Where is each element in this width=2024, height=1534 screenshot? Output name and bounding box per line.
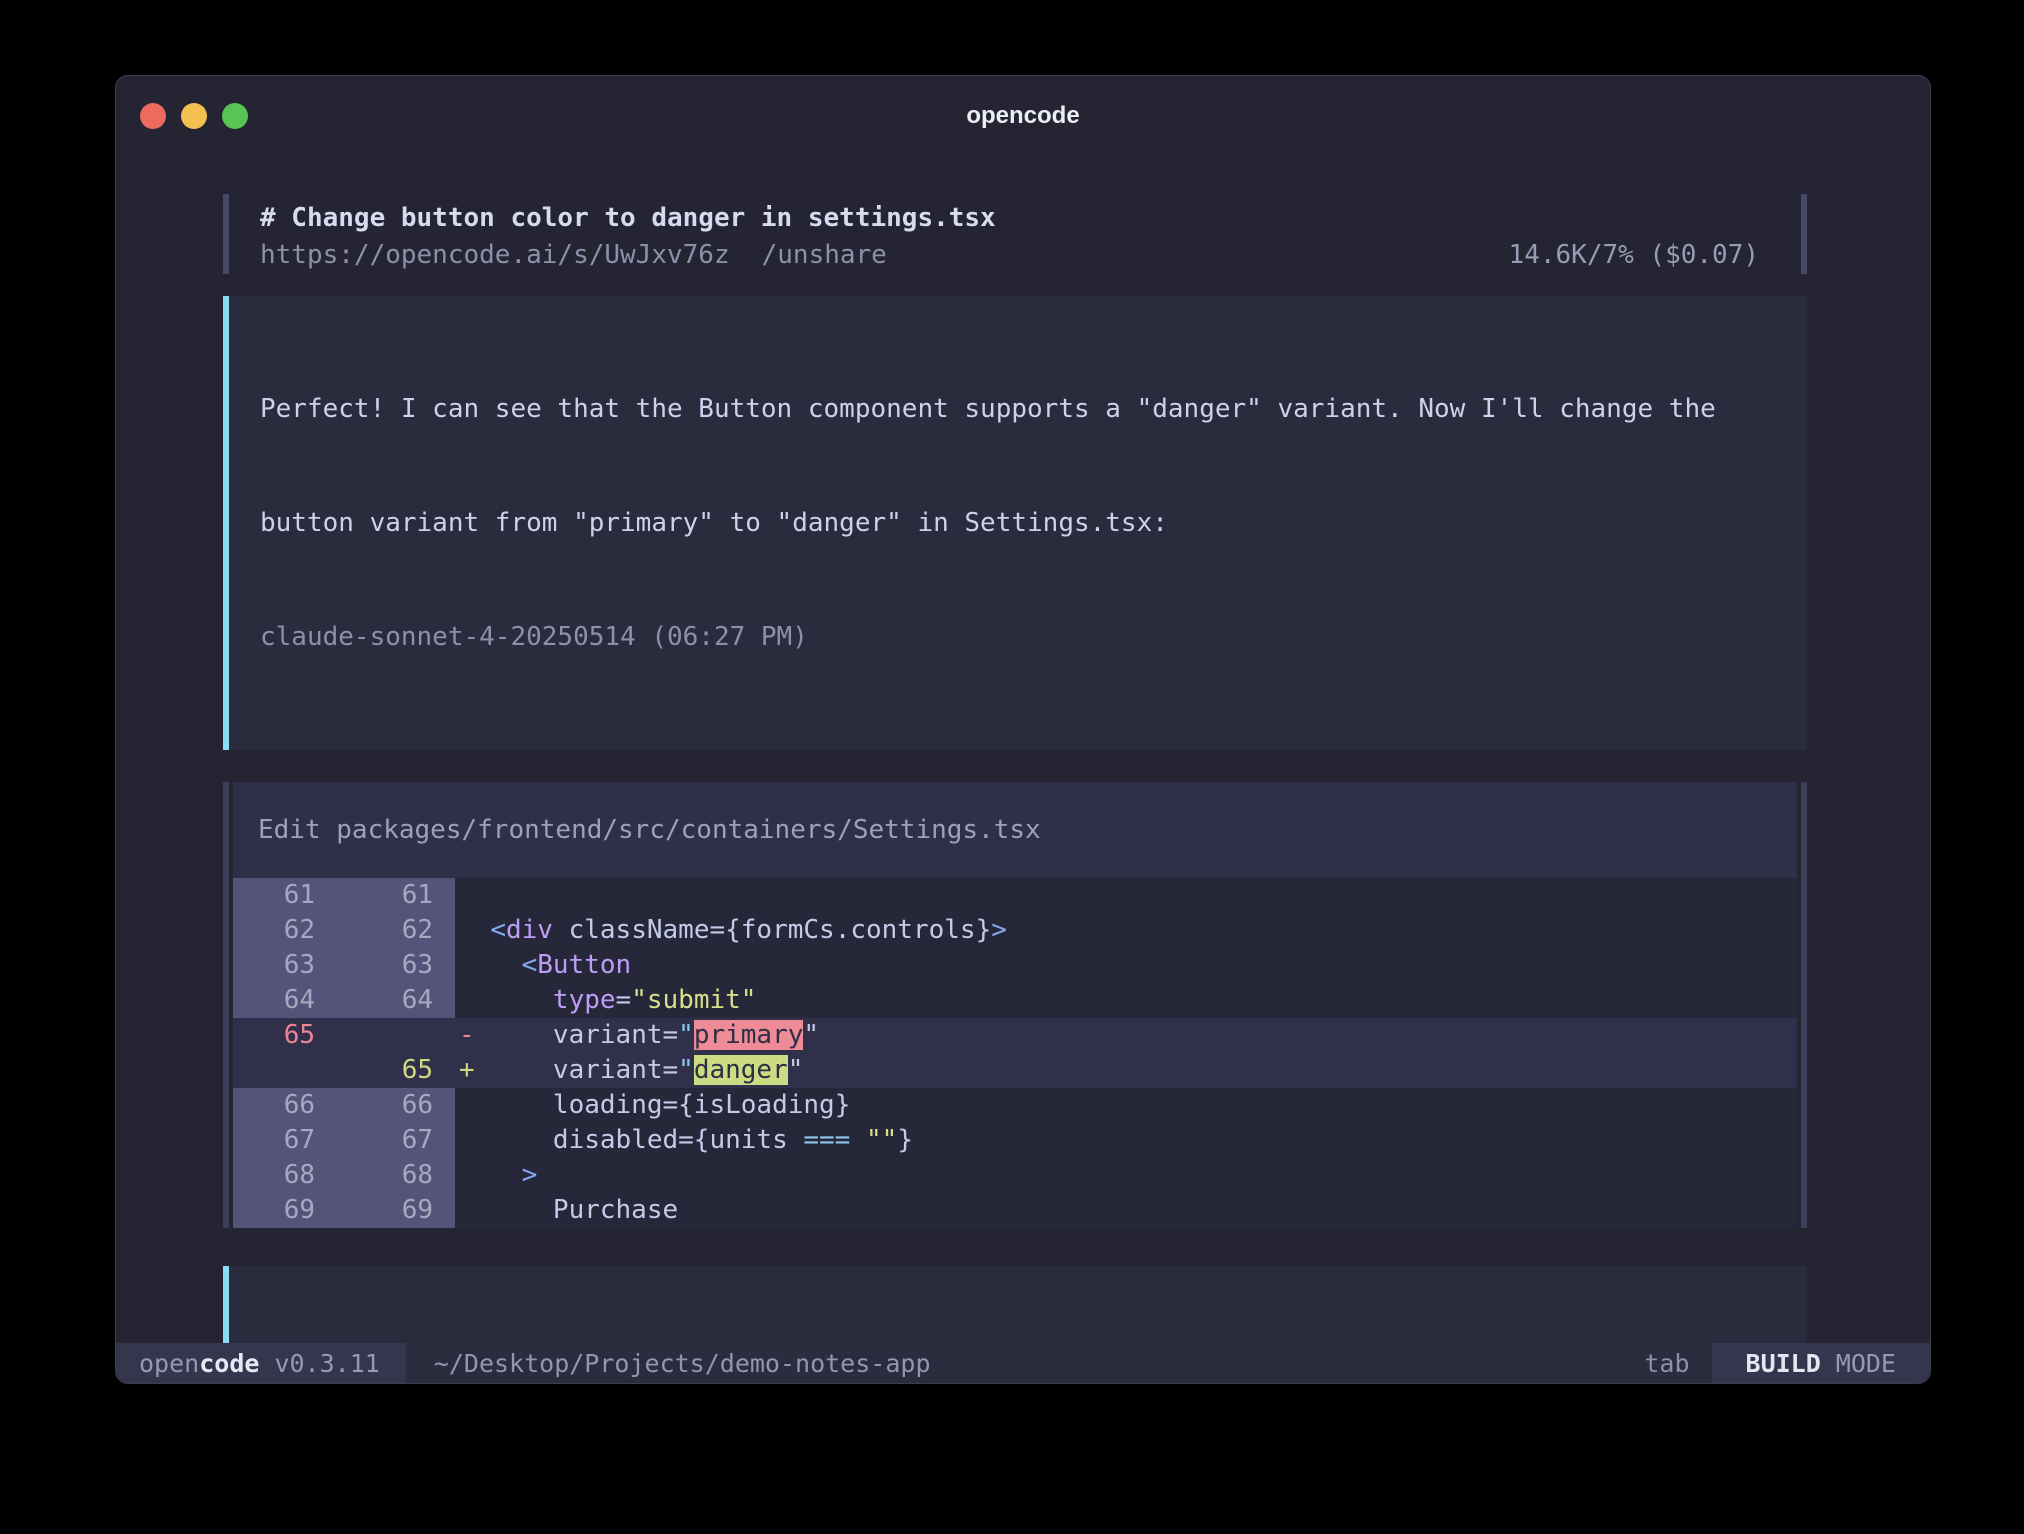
header-left-border [223,194,229,274]
assistant-message: Perfect! I can see that the Button compo… [223,296,1807,750]
diff-code-line: > [455,1158,1797,1193]
diff-old-lineno: 66 [233,1088,345,1123]
message-line: Perfect! I can see that the Button compo… [260,390,1783,428]
app-name-code: code [199,1349,259,1378]
mode-suffix: MODE [1836,1349,1896,1378]
diff-row: 6969 Purchase [233,1193,1797,1228]
session-title: # Change button color to danger in setti… [260,200,1759,237]
diff-code-line [455,878,1797,913]
token-usage-stats: 14.6K/7% ($0.07) [1509,237,1759,273]
desktop-background: opencode # Change button color to danger… [0,0,2024,1534]
diff-old-lineno: 62 [233,913,345,948]
edit-right-border [1801,782,1807,1228]
diff-row: 65 - variant="primary" [233,1018,1797,1053]
diff-new-lineno: 69 [345,1193,455,1228]
diff-code-line: - variant="primary" [455,1018,1797,1053]
mode-chip[interactable]: BUILD MODE [1712,1343,1930,1383]
main-content: # Change button color to danger in setti… [116,194,1930,1384]
diff-old-lineno: 63 [233,948,345,983]
diff-new-lineno: 61 [345,878,455,913]
diff-row: 6262 <div className={formCs.controls}> [233,913,1797,948]
diff-row: 6363 <Button [233,948,1797,983]
diff-code-line: <Button [455,948,1797,983]
diff-row: 65+ variant="danger" [233,1053,1797,1088]
edit-left-border [223,782,229,1228]
diff-row: 6868 > [233,1158,1797,1193]
edit-tool-card: Edit packages/frontend/src/containers/Se… [223,782,1807,1228]
diff-new-lineno: 63 [345,948,455,983]
app-name-open: open [139,1349,199,1378]
header-right-border [1801,194,1807,274]
diff-old-lineno: 64 [233,983,345,1018]
diff-old-lineno: 65 [233,1018,345,1053]
diff-row: 6666 loading={isLoading} [233,1088,1797,1123]
diff-old-lineno: 67 [233,1123,345,1158]
tab-key-hint[interactable]: tab [1644,1349,1689,1378]
diff-old-lineno: 61 [233,878,345,913]
status-bar: opencode v0.3.11 ~/Desktop/Projects/demo-… [116,1343,1930,1383]
edit-file-title: Edit packages/frontend/src/containers/Se… [233,782,1797,878]
diff-code-line: type="submit" [455,983,1797,1018]
diff-code-line: Purchase [455,1193,1797,1228]
diff-new-lineno: 65 [345,1053,455,1088]
diff-new-lineno: 68 [345,1158,455,1193]
diff-old-lineno: 68 [233,1158,345,1193]
diff-row: 6464 type="submit" [233,983,1797,1018]
diff-old-lineno [233,1053,345,1088]
diff-code-line: loading={isLoading} [455,1088,1797,1123]
titlebar[interactable]: opencode [116,76,1930,136]
unshare-command[interactable]: /unshare [762,237,887,273]
message-meta: claude-sonnet-4-20250514 (06:27 PM) [260,618,1783,656]
diff-code-line: disabled={units === ""} [455,1123,1797,1158]
app-version: v0.3.11 [274,1349,379,1378]
mode-name: BUILD [1746,1349,1821,1378]
window-title: opencode [116,102,1930,130]
diff-row: 6161 [233,878,1797,913]
diff-new-lineno: 62 [345,913,455,948]
diff-code-line: + variant="danger" [455,1053,1797,1088]
working-directory: ~/Desktop/Projects/demo-notes-app [434,1349,931,1378]
diff-rows: 61616262 <div className={formCs.controls… [233,878,1797,1228]
session-header: # Change button color to danger in setti… [223,194,1807,274]
diff-new-lineno: 64 [345,983,455,1018]
diff-new-lineno [345,1018,455,1053]
diff-new-lineno: 66 [345,1088,455,1123]
share-url-link[interactable]: https://opencode.ai/s/UwJxv76z [260,237,730,273]
message-line: button variant from "primary" to "danger… [260,504,1783,542]
opencode-window: opencode # Change button color to danger… [115,75,1931,1384]
diff-old-lineno: 69 [233,1193,345,1228]
diff-row: 6767 disabled={units === ""} [233,1123,1797,1158]
diff-new-lineno: 67 [345,1123,455,1158]
diff-code-line: <div className={formCs.controls}> [455,913,1797,948]
app-version-chip: opencode v0.3.11 [116,1343,406,1383]
